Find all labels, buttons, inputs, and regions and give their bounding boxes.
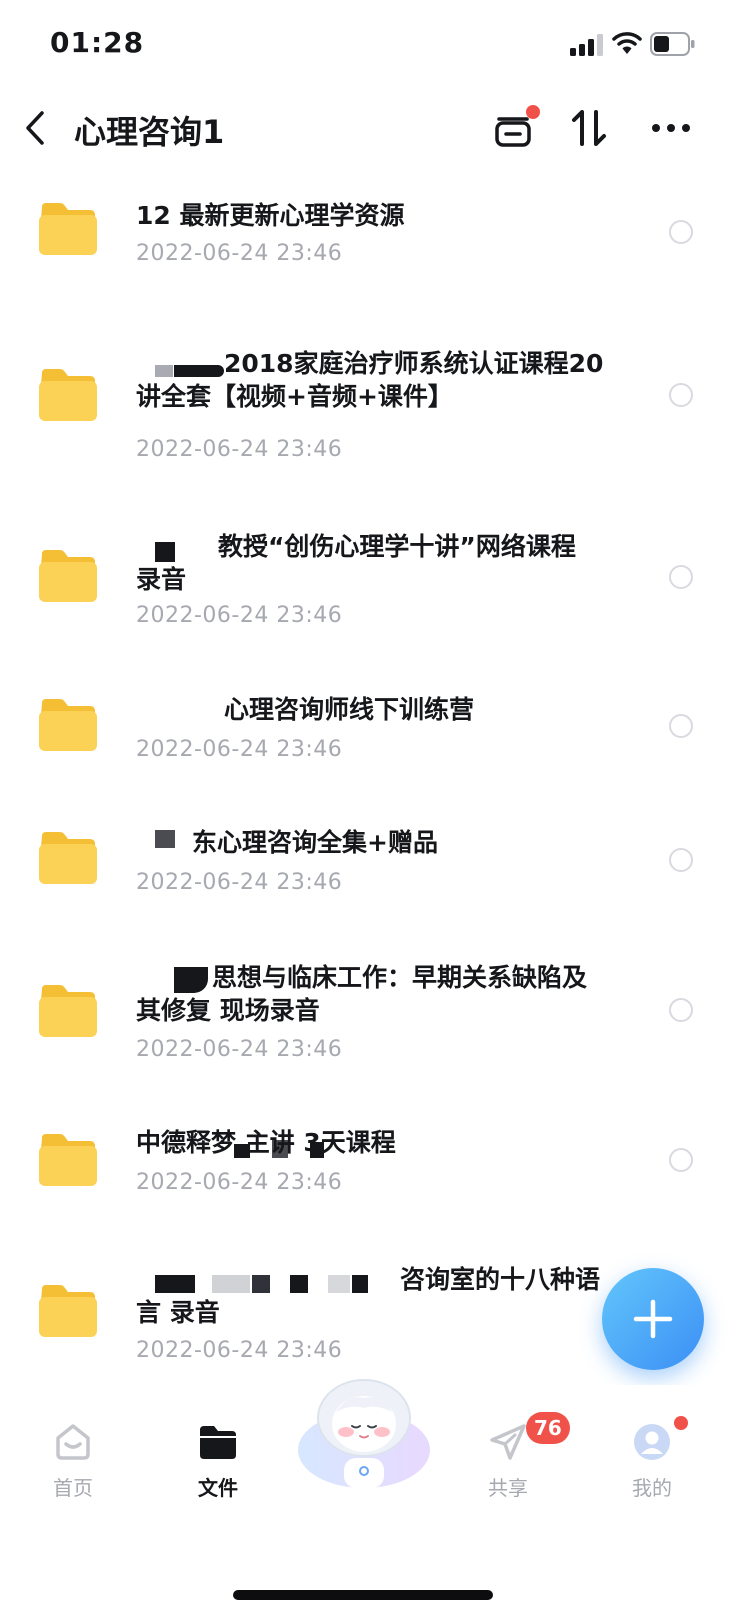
cellular-signal-icon (570, 34, 603, 56)
avatar-icon (634, 1424, 670, 1460)
file-name: 心理咨询师线下训练营 (224, 695, 475, 724)
select-radio[interactable] (669, 383, 693, 407)
file-date: 2022-06-24 23:46 (136, 437, 343, 462)
select-radio[interactable] (669, 565, 693, 589)
page-title: 心理咨询1 (74, 113, 225, 151)
file-name: 思想与临床工作：早期关系缺陷及其修复 现场录音 (136, 963, 588, 1025)
folder-icon (39, 203, 97, 255)
battery-icon (650, 32, 695, 56)
folder-icon (39, 550, 97, 602)
file-date: 2022-06-24 23:46 (136, 1338, 343, 1363)
file-date: 2022-06-24 23:46 (136, 241, 343, 266)
file-name: 教授“创伤心理学十讲”网络课程 录音 (136, 532, 576, 594)
more-options-button[interactable] (646, 103, 696, 153)
select-radio[interactable] (669, 998, 693, 1022)
home-icon (56, 1424, 90, 1460)
select-radio[interactable] (669, 714, 693, 738)
home-indicator (233, 1590, 493, 1600)
tab-files[interactable]: 文件 (168, 1410, 268, 1510)
folder-icon (39, 699, 97, 751)
folder-icon (39, 1285, 97, 1337)
add-button[interactable] (602, 1268, 704, 1370)
tab-label: 文件 (198, 1476, 238, 1500)
file-date: 2022-06-24 23:46 (136, 1037, 343, 1062)
tab-label: 共享 (488, 1476, 528, 1500)
file-date: 2022-06-24 23:46 (136, 870, 343, 895)
file-list-item[interactable]: 教授“创伤心理学十讲”网络课程 录音 2022-06-24 23:46 (0, 520, 750, 650)
file-name: 中德释梦 主讲 3天课程 (136, 1128, 396, 1157)
file-list: 12 最新更新心理学资源 2022-06-24 23:46 2018家庭治疗师系… (0, 165, 750, 1385)
file-date: 2022-06-24 23:46 (136, 1170, 343, 1195)
paper-plane-icon (490, 1424, 526, 1460)
file-list-item[interactable]: 中德释梦 主讲 3天课程 2022-06-24 23:46 (0, 1120, 750, 1225)
select-radio[interactable] (669, 848, 693, 872)
sort-arrows-icon (572, 110, 606, 146)
file-date: 2022-06-24 23:46 (136, 603, 343, 628)
transfer-tasks-button[interactable] (488, 103, 540, 153)
sort-button[interactable] (564, 103, 614, 153)
notification-dot (674, 1416, 688, 1430)
tab-label: 我的 (632, 1476, 672, 1500)
back-button[interactable] (18, 103, 52, 153)
status-bar: 01:28 (0, 0, 750, 90)
file-name: 咨询室的十八种语言 录音 (136, 1265, 601, 1327)
status-time: 01:28 (50, 26, 145, 59)
folder-icon (39, 369, 97, 421)
file-list-item[interactable]: 心理咨询师线下训练营 2022-06-24 23:46 (0, 685, 750, 790)
notification-dot (526, 105, 540, 119)
folder-icon (39, 832, 97, 884)
tab-home[interactable]: 首页 (23, 1410, 123, 1510)
plus-icon (633, 1299, 673, 1339)
file-name: 2018家庭治疗师系统认证课程20讲全套【视频+音频+课件】 (136, 349, 604, 411)
folder-icon (39, 1134, 97, 1186)
tab-label: 首页 (53, 1476, 93, 1500)
select-radio[interactable] (669, 220, 693, 244)
more-dots-icon (652, 124, 690, 132)
folder-icon (200, 1426, 236, 1459)
file-name: 12 最新更新心理学资源 (136, 201, 405, 230)
wifi-icon (612, 32, 642, 54)
file-list-item[interactable]: 2018家庭治疗师系统认证课程20讲全套【视频+音频+课件】 2022-06-2… (0, 335, 750, 485)
file-date: 2022-06-24 23:46 (136, 737, 343, 762)
file-name: 东心理咨询全集+赠品 (192, 828, 438, 857)
file-list-item[interactable]: 思想与临床工作：早期关系缺陷及其修复 现场录音 2022-06-24 23:46 (0, 955, 750, 1090)
ai-assistant-mascot-button[interactable] (296, 1378, 432, 1490)
share-count-badge: 76 (526, 1412, 570, 1444)
navigation-bar: 心理咨询1 (0, 95, 750, 165)
tab-mine[interactable]: 我的 (602, 1410, 702, 1510)
folder-icon (39, 985, 97, 1037)
file-list-item[interactable]: 12 最新更新心理学资源 2022-06-24 23:46 (0, 165, 750, 300)
chevron-left-icon (26, 111, 44, 145)
select-radio[interactable] (669, 1148, 693, 1172)
file-list-item[interactable]: 东心理咨询全集+赠品 2022-06-24 23:46 (0, 820, 750, 925)
